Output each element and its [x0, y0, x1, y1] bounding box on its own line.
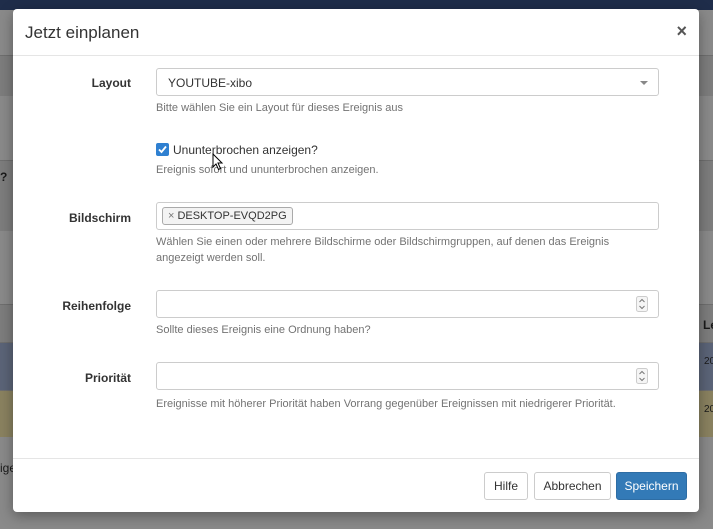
number-spinner-icon[interactable] — [636, 368, 648, 384]
background-text: Le — [703, 318, 713, 332]
order-help: Sollte dieses Ereignis eine Ordnung habe… — [156, 324, 371, 336]
display-tag: × DESKTOP-EVQD2PG — [162, 207, 293, 225]
order-label: Reihenfolge — [62, 299, 131, 313]
display-tag-label: DESKTOP-EVQD2PG — [177, 210, 287, 222]
order-input[interactable] — [156, 290, 659, 318]
priority-help: Ereignisse mit höherer Priorität haben V… — [156, 398, 616, 410]
layout-help: Bitte wählen Sie ein Layout für dieses E… — [156, 102, 404, 114]
layout-select[interactable]: YOUTUBE-xibo — [156, 68, 659, 96]
modal-footer: Hilfe Abbrechen Speichern — [13, 458, 699, 513]
display-multiselect[interactable]: × DESKTOP-EVQD2PG — [156, 202, 659, 230]
background-text: 20 — [704, 404, 713, 415]
modal-title: Jetzt einplanen — [25, 23, 140, 42]
always-on-checkbox[interactable] — [156, 143, 169, 156]
mouse-cursor-icon — [212, 153, 224, 171]
help-button[interactable]: Hilfe — [484, 472, 528, 500]
always-on-help: Ereignis sofort und ununterbrochen anzei… — [156, 164, 379, 176]
close-icon[interactable]: × — [676, 21, 687, 41]
remove-tag-icon[interactable]: × — [168, 210, 174, 222]
display-help: Wählen Sie einen oder mehrere Bildschirm… — [156, 236, 610, 264]
always-on-label[interactable]: Ununterbrochen anzeigen? — [173, 143, 318, 157]
priority-label: Priorität — [84, 371, 131, 385]
background-text: 20 — [704, 356, 713, 367]
cancel-button[interactable]: Abbrechen — [534, 472, 611, 500]
background-text: ? — [0, 170, 8, 184]
schedule-now-dialog: Jetzt einplanen × Layout YOUTUBE-xibo Bi… — [13, 9, 699, 512]
layout-label: Layout — [91, 76, 131, 90]
checkmark-icon — [158, 145, 167, 154]
display-label: Bildschirm — [68, 211, 131, 225]
modal-header: Jetzt einplanen × — [13, 9, 699, 56]
chevron-down-icon — [640, 81, 648, 85]
layout-select-value: YOUTUBE-xibo — [168, 76, 253, 90]
number-spinner-icon[interactable] — [636, 296, 648, 312]
priority-input[interactable] — [156, 362, 659, 390]
save-button[interactable]: Speichern — [616, 472, 687, 500]
